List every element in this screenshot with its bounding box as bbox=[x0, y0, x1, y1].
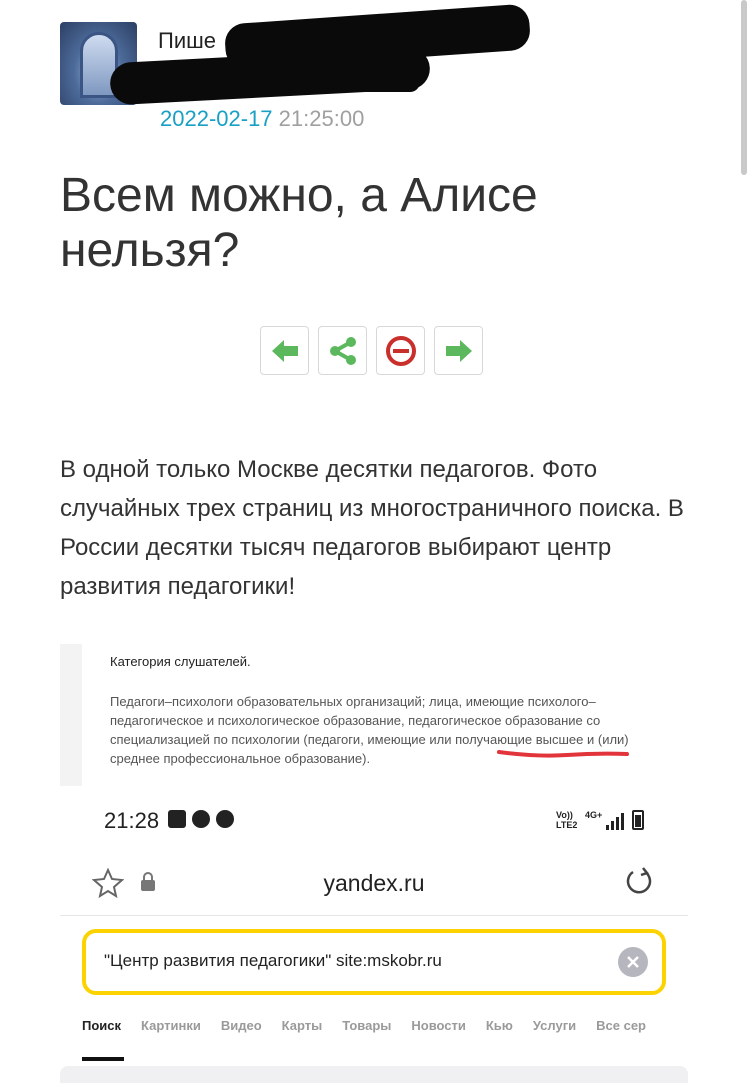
search-tabs: Поиск Картинки Видео Карты Товары Новост… bbox=[82, 1018, 688, 1042]
network-gen-indicator: 4G+ bbox=[585, 810, 603, 820]
tab-products[interactable]: Товары bbox=[342, 1018, 391, 1042]
tab-maps[interactable]: Карты bbox=[282, 1018, 323, 1042]
tab-q[interactable]: Кью bbox=[486, 1018, 513, 1042]
app-notification-icon bbox=[216, 810, 234, 828]
previous-post-button[interactable] bbox=[260, 326, 309, 375]
active-tab-indicator bbox=[82, 1057, 124, 1061]
arrow-right-icon bbox=[445, 339, 472, 362]
author-name[interactable]: Пише bbox=[158, 28, 216, 54]
post-actions bbox=[260, 326, 483, 375]
gallery-icon bbox=[168, 810, 186, 828]
post-date-link[interactable]: 2022-02-17 bbox=[160, 106, 273, 131]
post-title: Всем можно, а Алисе нельзя? bbox=[60, 169, 538, 277]
phone-clock: 21:28 bbox=[104, 808, 160, 833]
tab-news[interactable]: Новости bbox=[411, 1018, 466, 1042]
share-button[interactable] bbox=[318, 326, 367, 375]
redaction-mark bbox=[330, 70, 420, 92]
search-input[interactable]: "Центр развития педагогики" site:mskobr.… bbox=[82, 929, 666, 995]
arrow-left-icon bbox=[271, 339, 298, 362]
signal-icon bbox=[606, 812, 624, 830]
tab-search[interactable]: Поиск bbox=[82, 1018, 121, 1042]
category-heading: Категория слушателей. bbox=[110, 654, 251, 669]
next-post-button[interactable] bbox=[434, 326, 483, 375]
notification-icons bbox=[168, 810, 234, 828]
page-scrollbar[interactable] bbox=[741, 0, 747, 175]
red-underline-mark bbox=[497, 750, 629, 758]
results-panel-edge bbox=[60, 1066, 688, 1083]
tab-video[interactable]: Видео bbox=[221, 1018, 262, 1042]
block-icon bbox=[385, 335, 416, 366]
tab-images[interactable]: Картинки bbox=[141, 1018, 201, 1042]
search-query: "Центр развития педагогики" site:mskobr.… bbox=[104, 951, 442, 970]
embedded-screenshot-document: Категория слушателей. Педагоги–психологи… bbox=[60, 644, 690, 786]
post-time: 21:25:00 bbox=[278, 106, 365, 131]
share-icon bbox=[329, 336, 356, 365]
battery-icon bbox=[632, 810, 644, 830]
report-button[interactable] bbox=[376, 326, 425, 375]
volte-indicator: Vo)) LTE2 bbox=[556, 810, 578, 830]
post-body: В одной только Москве десятки педагогов.… bbox=[60, 456, 684, 600]
tab-services[interactable]: Услуги bbox=[533, 1018, 576, 1042]
close-icon bbox=[627, 956, 639, 968]
address-url[interactable]: yandex.ru bbox=[60, 870, 688, 897]
tab-all-services[interactable]: Все сер bbox=[596, 1018, 646, 1042]
browser-address-bar: yandex.ru bbox=[60, 858, 688, 916]
clear-search-button[interactable] bbox=[618, 947, 648, 977]
skype-icon bbox=[192, 810, 210, 828]
reload-icon[interactable] bbox=[623, 866, 655, 898]
post-timestamp: 2022-02-17 21:25:00 bbox=[160, 106, 364, 132]
